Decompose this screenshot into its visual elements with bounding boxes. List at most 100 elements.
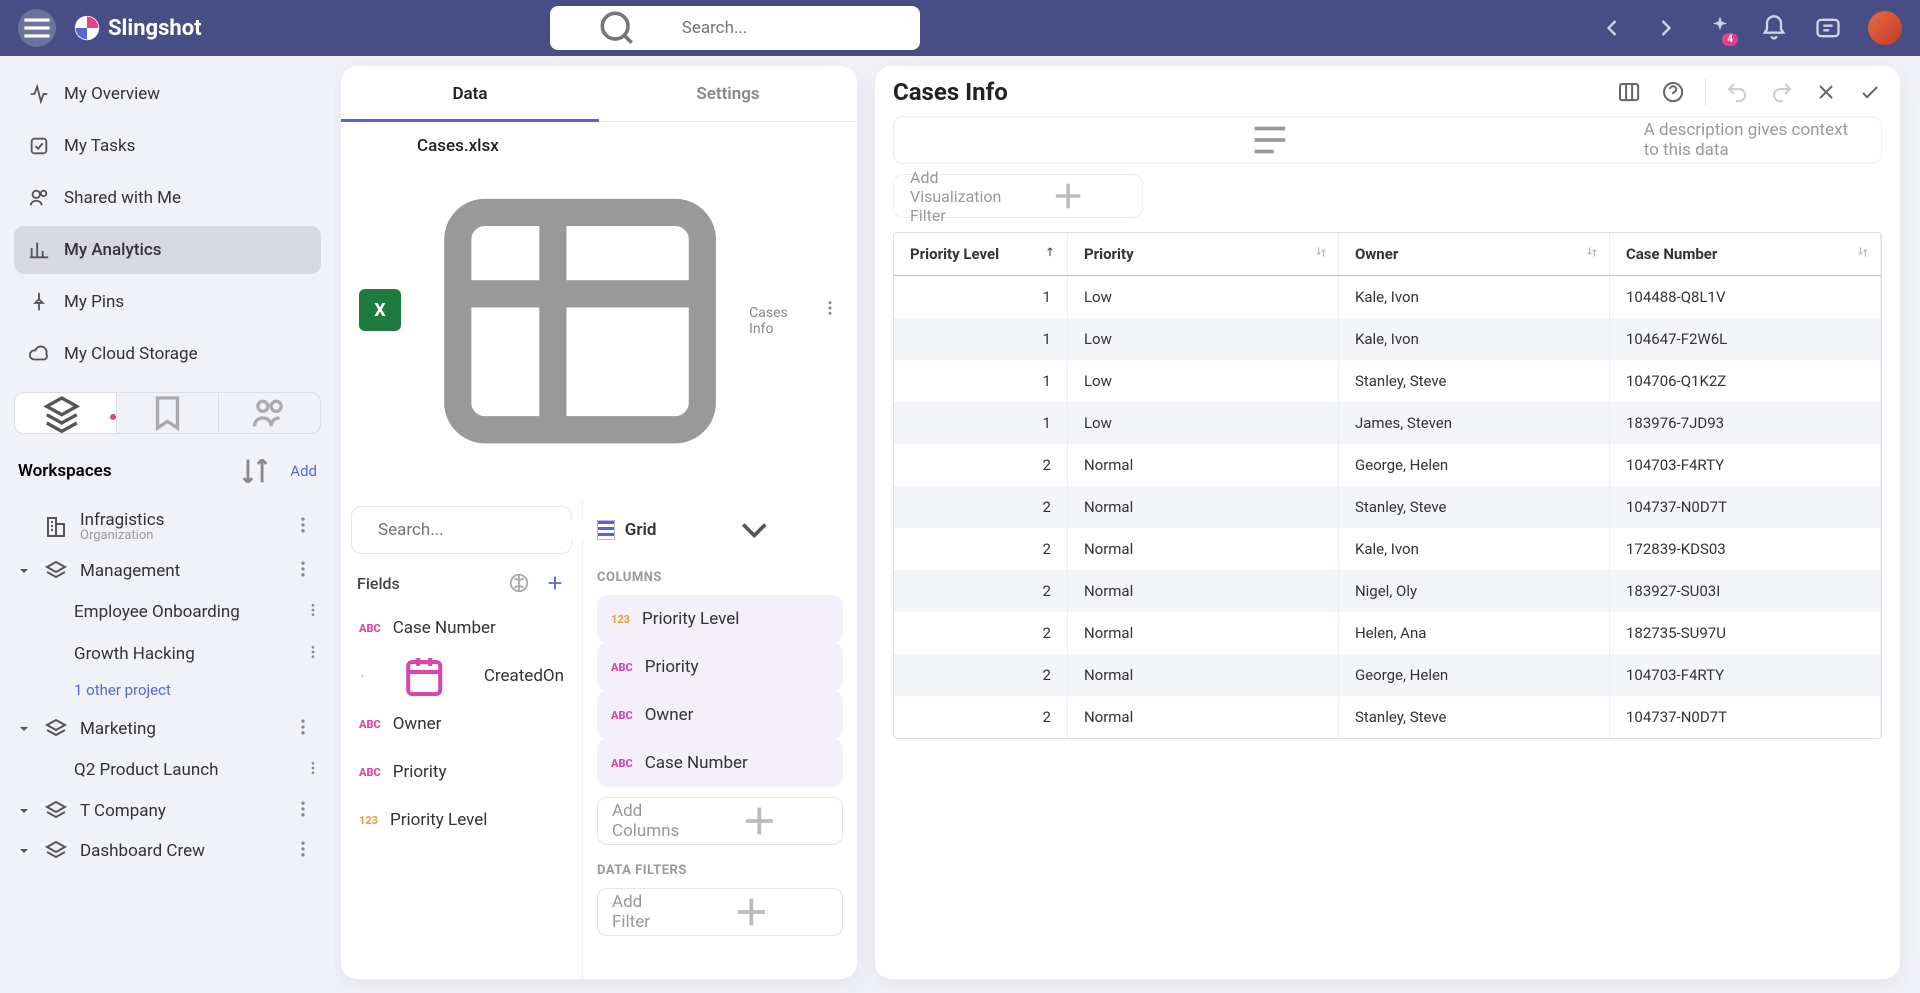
- add-columns-button[interactable]: Add Columns: [597, 797, 843, 845]
- workspace-item[interactable]: T Company: [14, 791, 321, 831]
- visualization-picker[interactable]: Grid: [597, 508, 843, 552]
- grid-row[interactable]: 1LowKale, Ivon104647-F2W6L: [894, 318, 1881, 360]
- workspace-child-menu[interactable]: [305, 644, 321, 665]
- grid-cell: George, Helen: [1338, 654, 1609, 696]
- sidebar-item-label: My Tasks: [64, 136, 135, 156]
- grid-row[interactable]: 2NormalGeorge, Helen104703-F4RTY: [894, 444, 1881, 486]
- workspace-child-menu[interactable]: [305, 602, 321, 623]
- nav-back-button[interactable]: [1598, 14, 1626, 42]
- plus-icon: [691, 798, 828, 844]
- hamburger-button[interactable]: [18, 9, 56, 47]
- field-search[interactable]: [351, 506, 572, 554]
- workspace-menu-button[interactable]: [293, 839, 313, 863]
- grid-row[interactable]: 2NormalStanley, Steve104737-N0D7T: [894, 486, 1881, 528]
- grid-row[interactable]: 1LowJames, Steven183976-7JD93: [894, 402, 1881, 444]
- tab-data[interactable]: Data: [341, 66, 599, 121]
- undo-icon[interactable]: [1725, 80, 1749, 104]
- global-search[interactable]: [550, 6, 920, 50]
- grid-header[interactable]: Priority Level: [894, 233, 1067, 276]
- grid-row[interactable]: 2NormalHelen, Ana182735-SU97U: [894, 612, 1881, 654]
- tab-settings[interactable]: Settings: [599, 66, 857, 121]
- workspace-item[interactable]: Marketing: [14, 709, 321, 749]
- visualization-title[interactable]: Cases Info: [893, 78, 1603, 106]
- plus-icon[interactable]: [544, 572, 566, 594]
- column-pill[interactable]: 123Priority Level: [597, 595, 843, 643]
- description-placeholder: A description gives context to this data: [1644, 120, 1865, 160]
- workspace-menu-button[interactable]: [293, 515, 313, 539]
- sidebar-item-tasks[interactable]: My Tasks: [14, 122, 321, 170]
- file-menu-button[interactable]: [821, 299, 839, 321]
- grid-row[interactable]: 1LowKale, Ivon104488-Q8L1V: [894, 276, 1881, 319]
- grid-row[interactable]: 2NormalStanley, Steve104737-N0D7T: [894, 696, 1881, 738]
- filters-section-label: DATA FILTERS: [597, 863, 843, 878]
- workspace-item[interactable]: Management: [14, 551, 321, 591]
- sidebar-item-analytics[interactable]: My Analytics: [14, 226, 321, 274]
- field-item[interactable]: ABCOwner: [351, 700, 572, 748]
- check-icon[interactable]: [1858, 80, 1882, 104]
- columns-section-label: COLUMNS: [597, 570, 843, 585]
- description-input[interactable]: A description gives context to this data: [893, 116, 1882, 164]
- sparkle-button[interactable]: 4: [1706, 14, 1734, 42]
- workspace-more-link[interactable]: 1 other project: [14, 675, 321, 709]
- table-layout-icon[interactable]: [1617, 80, 1641, 104]
- layers-icon: [44, 839, 68, 863]
- column-pill[interactable]: ABCPriority: [597, 643, 843, 691]
- sidebar-item-shared[interactable]: Shared with Me: [14, 174, 321, 222]
- workspace-item[interactable]: Infragistics Organization: [14, 502, 321, 551]
- sidebar-item-cloud[interactable]: My Cloud Storage: [14, 330, 321, 378]
- grid-cell: 1: [894, 276, 1067, 319]
- grid-header[interactable]: Case Number: [1609, 233, 1880, 276]
- global-search-input[interactable]: [682, 18, 904, 38]
- grid-cell: Normal: [1067, 444, 1338, 486]
- add-filter-button[interactable]: Add Filter: [597, 888, 843, 936]
- field-item[interactable]: CreatedOn: [351, 652, 572, 700]
- sidebar-item-pins[interactable]: My Pins: [14, 278, 321, 326]
- nav-forward-button[interactable]: [1652, 14, 1680, 42]
- add-viz-filter-button[interactable]: Add Visualization Filter: [893, 174, 1143, 218]
- add-workspace-button[interactable]: Add: [286, 462, 317, 480]
- sidebar-item-overview[interactable]: My Overview: [14, 70, 321, 118]
- field-item[interactable]: ABCPriority: [351, 748, 572, 796]
- column-pill[interactable]: ABCCase Number: [597, 739, 843, 787]
- sidebar-view-tabs: [14, 392, 321, 434]
- bell-button[interactable]: [1760, 14, 1788, 42]
- table-icon: [417, 158, 743, 484]
- grid-row[interactable]: 1LowStanley, Steve104706-Q1K2Z: [894, 360, 1881, 402]
- chat-button[interactable]: [1814, 14, 1842, 42]
- close-icon[interactable]: [1814, 80, 1838, 104]
- workspace-item[interactable]: Dashboard Crew: [14, 831, 321, 871]
- workspace-child[interactable]: Employee Onboarding: [14, 591, 321, 633]
- grid-header[interactable]: Priority: [1067, 233, 1338, 276]
- sidebar-tab-people[interactable]: [219, 393, 320, 433]
- sort-icon[interactable]: [238, 454, 272, 488]
- grid-row[interactable]: 2NormalNigel, Oly183927-SU03I: [894, 570, 1881, 612]
- grid-row[interactable]: 2NormalGeorge, Helen104703-F4RTY: [894, 654, 1881, 696]
- column-pill[interactable]: ABCOwner: [597, 691, 843, 739]
- field-item[interactable]: ABCCase Number: [351, 604, 572, 652]
- add-columns-label: Add Columns: [612, 801, 679, 841]
- viz-filter-label: Add Visualization Filter: [910, 168, 1001, 225]
- workspace-menu-button[interactable]: [293, 559, 313, 583]
- sort-icon: [1585, 245, 1599, 263]
- sidebar-tab-bookmark[interactable]: [117, 393, 219, 433]
- user-avatar[interactable]: [1868, 11, 1902, 45]
- help-icon[interactable]: [1661, 80, 1685, 104]
- dots-vertical-icon: [293, 515, 313, 535]
- workspace-child[interactable]: Growth Hacking: [14, 633, 321, 675]
- add-label: Add: [290, 462, 317, 480]
- brain-icon[interactable]: [508, 572, 530, 594]
- text-type-icon: ABC: [611, 757, 633, 770]
- workspace-child[interactable]: Q2 Product Launch: [14, 749, 321, 791]
- redo-icon[interactable]: [1770, 80, 1794, 104]
- workspace-menu-button[interactable]: [293, 799, 313, 823]
- field-search-input[interactable]: [378, 520, 600, 540]
- workspace-menu-button[interactable]: [293, 717, 313, 741]
- calendar-icon: [377, 652, 471, 700]
- sidebar-tab-layers[interactable]: [15, 393, 117, 433]
- field-item[interactable]: 123Priority Level: [351, 796, 572, 844]
- grid-row[interactable]: 2NormalKale, Ivon172839-KDS03: [894, 528, 1881, 570]
- grid-cell: Normal: [1067, 654, 1338, 696]
- excel-icon: X: [359, 289, 401, 331]
- workspace-child-menu[interactable]: [305, 760, 321, 781]
- grid-header[interactable]: Owner: [1338, 233, 1609, 276]
